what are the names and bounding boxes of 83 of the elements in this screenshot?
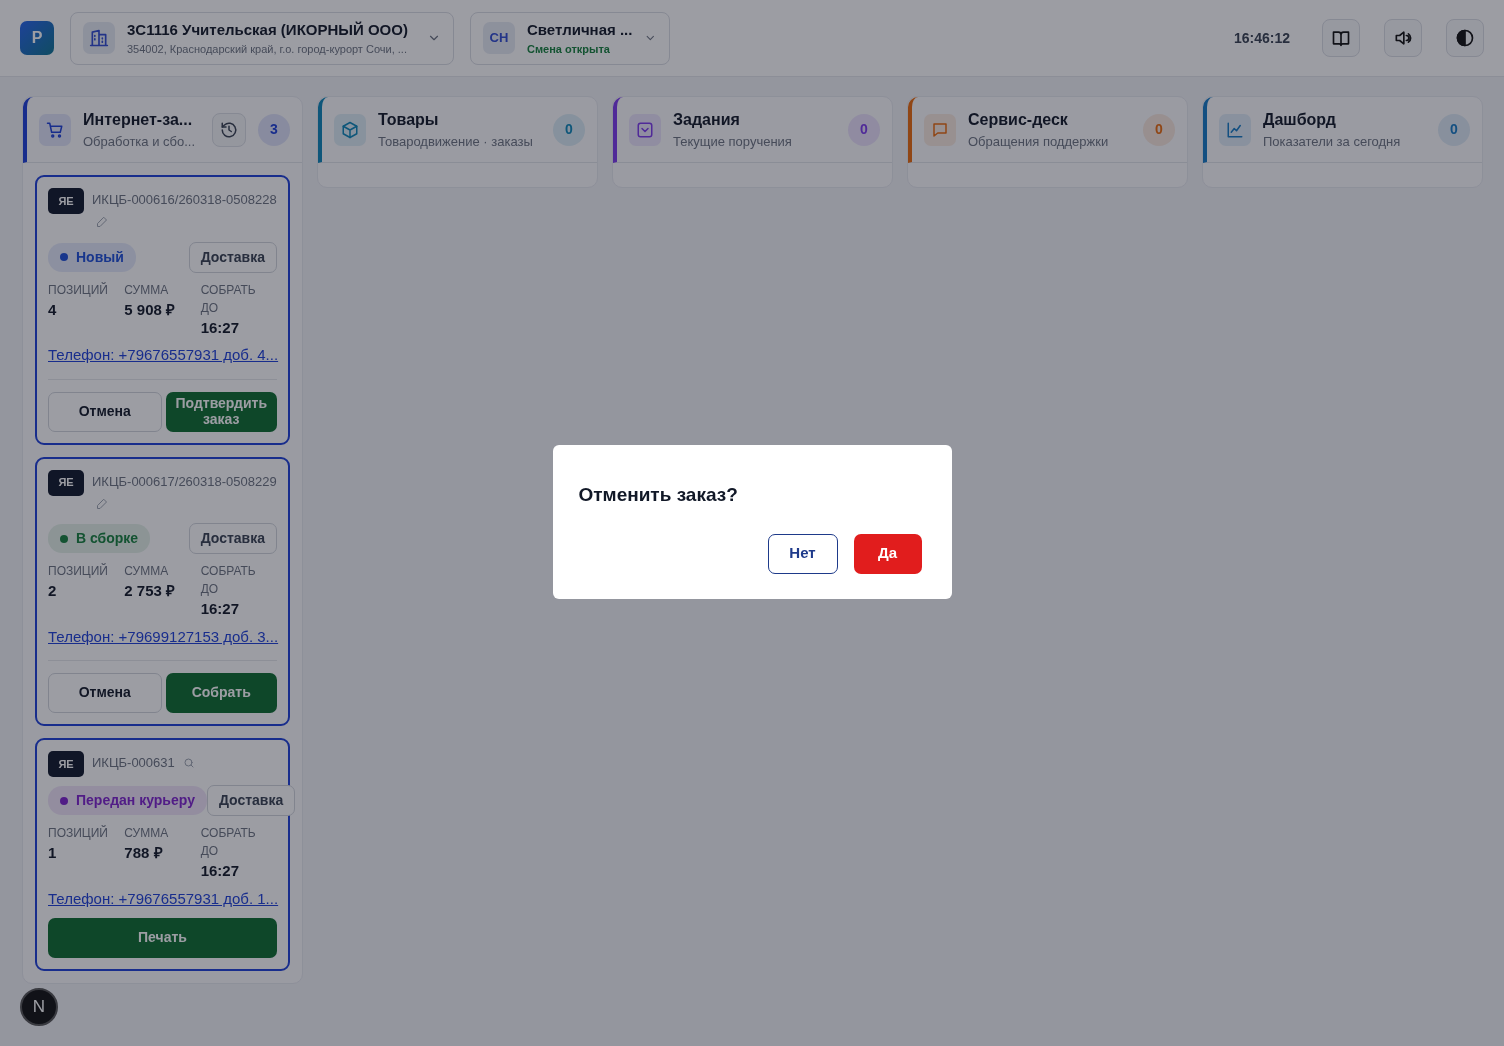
- stat-value: 4: [48, 299, 58, 320]
- theme-button[interactable]: [1446, 19, 1484, 57]
- column-header[interactable]: Задания Текущие поручения 0: [613, 97, 892, 163]
- dialog-title: Отменить заказ?: [578, 483, 739, 507]
- delivery-tag: Доставка: [188, 523, 277, 554]
- action-button[interactable]: Отмена: [48, 673, 162, 713]
- shift-status: Смена открыта: [527, 42, 611, 57]
- app-badge[interactable]: N: [20, 988, 58, 1026]
- store-name: 3С1116 Учительская (ИКОРНЫЙ ООО): [127, 19, 409, 40]
- store-badge: ЯЕ: [48, 188, 84, 214]
- delivery-tag: Доставка: [206, 785, 296, 816]
- contrast-icon: [1455, 28, 1475, 48]
- speaker-icon: [1393, 28, 1413, 48]
- column-title: Товары: [378, 109, 440, 130]
- column-subtitle: Показатели за сегодня: [1263, 132, 1402, 151]
- store-selector[interactable]: 3С1116 Учительская (ИКОРНЫЙ ООО) 354002, Краснодарский край, г.о. город-курорт Сочи, ...: [70, 11, 454, 65]
- store-badge: ЯЕ: [48, 751, 84, 777]
- column-header[interactable]: Товары Товародвижение · заказы 0: [318, 97, 597, 163]
- stat-value: 2 753 ₽: [124, 581, 177, 601]
- stat-value: 788 ₽: [124, 843, 164, 863]
- cancel-button[interactable]: Нет: [767, 533, 838, 574]
- sound-button[interactable]: [1384, 19, 1422, 57]
- status-dot: [60, 796, 68, 805]
- box-icon: [341, 120, 359, 139]
- store-address: 354002, Краснодарский край, г.о. город-курорт Сочи, ...: [127, 42, 408, 57]
- clock: 16:46:12: [1233, 28, 1290, 48]
- stat-label: СУММА: [124, 825, 170, 842]
- status-label: Передан курьеру: [76, 791, 195, 810]
- column-subtitle: Товародвижение · заказы: [378, 132, 534, 151]
- cart-icon: [46, 120, 64, 139]
- stat-label: СОБРАТЬ ДО: [200, 281, 257, 317]
- chart-icon: [1226, 120, 1244, 139]
- stat-label: ПОЗИЦИЙ: [48, 562, 108, 580]
- book-button[interactable]: [1322, 19, 1360, 57]
- logo: P: [20, 21, 54, 55]
- history-button[interactable]: [212, 112, 246, 147]
- stat-value: 16:27: [200, 317, 241, 338]
- inbox-icon: [636, 120, 654, 139]
- stat-label: ПОЗИЦИЙ: [48, 281, 108, 299]
- delivery-tag: Доставка: [188, 241, 277, 273]
- order-number: ИКЦБ-000631: [92, 754, 175, 772]
- order-number: ИКЦБ-000616/260318-0508228: [92, 191, 277, 209]
- column-subtitle: Обработка и сбо...: [83, 132, 197, 151]
- column-header[interactable]: Интернет-за... Обработка и сбо... 3: [23, 97, 302, 163]
- column-title: Дашборд: [1263, 109, 1337, 130]
- building-icon: [89, 28, 109, 48]
- stat-label: СУММА: [124, 563, 170, 580]
- stat-label: СУММА: [124, 281, 170, 299]
- user-initials: СН: [489, 29, 509, 48]
- action-button[interactable]: Печать: [48, 918, 277, 958]
- action-button[interactable]: Подтвердить заказ: [165, 391, 277, 432]
- stat-value: 16:27: [200, 599, 241, 619]
- column-subtitle: Текущие поручения: [673, 132, 793, 151]
- phone-link[interactable]: Телефон: +79676557931 доб. 1...: [48, 887, 279, 910]
- column-subtitle: Обращения поддержки: [968, 132, 1110, 151]
- status-dot: [60, 534, 68, 543]
- action-button[interactable]: Собрать: [165, 673, 277, 713]
- user-name: Светличная ...: [527, 19, 633, 40]
- status-dot: [60, 253, 68, 261]
- stat-label: СОБРАТЬ ДО: [200, 563, 257, 598]
- order-number: ИКЦБ-000617/260318-0508229: [92, 472, 277, 491]
- stat-label: ПОЗИЦИЙ: [48, 824, 108, 842]
- book-icon: [1331, 28, 1351, 48]
- phone-link[interactable]: Телефон: +79676557931 доб. 4...: [48, 344, 279, 367]
- status-label: Новый: [76, 247, 124, 267]
- column-title: Интернет-за...: [83, 109, 194, 130]
- stat-value: 16:27: [200, 861, 241, 881]
- stat-value: 5 908 ₽: [124, 299, 177, 320]
- phone-link[interactable]: Телефон: +79699127153 доб. 3...: [48, 625, 279, 648]
- confirm-button[interactable]: Да: [853, 533, 922, 574]
- stat-label: СОБРАТЬ ДО: [200, 825, 257, 860]
- stat-value: 2: [48, 581, 58, 601]
- status-label: В сборке: [76, 529, 139, 548]
- column-title: Задания: [673, 109, 741, 130]
- stat-value: 1: [48, 843, 58, 863]
- history-icon: [220, 120, 238, 139]
- column-title: Сервис-деск: [968, 109, 1069, 130]
- action-button[interactable]: Отмена: [48, 391, 162, 432]
- column-header[interactable]: Сервис-деск Обращения поддержки 0: [908, 97, 1187, 163]
- chat-icon: [931, 120, 949, 139]
- column-header[interactable]: Дашборд Показатели за сегодня 0: [1203, 97, 1482, 163]
- store-badge: ЯЕ: [48, 469, 84, 496]
- user-selector[interactable]: СН Светличная ... Смена открыта: [470, 11, 670, 65]
